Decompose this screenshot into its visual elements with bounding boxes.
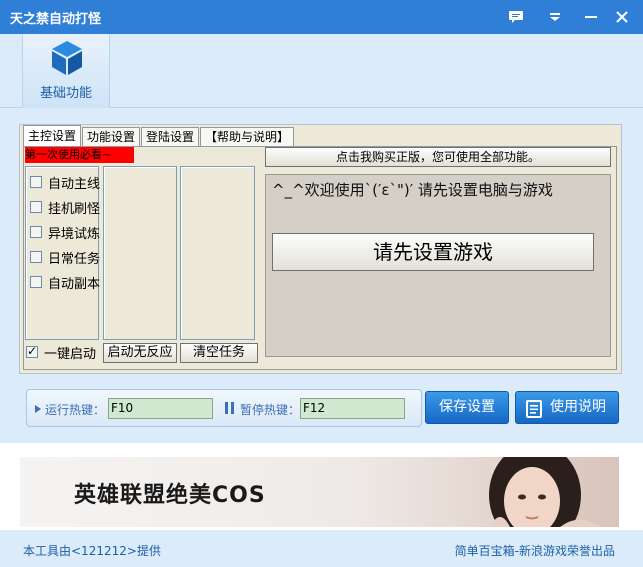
publisher-link[interactable]: 简单百宝箱-新浪游戏荣誉出品 bbox=[455, 542, 615, 559]
footer: 本工具由<121212>提供 简单百宝箱-新浪游戏荣誉出品 bbox=[0, 530, 643, 567]
checkbox-icon[interactable] bbox=[30, 226, 42, 238]
checkbox-afk-grind[interactable]: 挂机刷怪 bbox=[30, 199, 100, 215]
tab-function-settings[interactable]: 功能设置 bbox=[82, 127, 141, 146]
checkbox-label: 挂机刷怪 bbox=[48, 201, 101, 216]
cube-icon bbox=[51, 40, 83, 79]
one-key-start-label: 一键启动 bbox=[44, 346, 97, 361]
tab-help[interactable]: 【帮助与说明】 bbox=[200, 127, 295, 146]
checkbox-label: 自动主线 bbox=[48, 176, 101, 191]
info-box: ^_^欢迎使用`(′ε`")′ 请先设置电脑与游戏 请先设置游戏 bbox=[265, 174, 611, 357]
checkbox-label: 日常任务 bbox=[48, 251, 101, 266]
task-list-right[interactable] bbox=[180, 166, 255, 340]
manual-button[interactable]: 使用说明 bbox=[515, 391, 619, 424]
task-list-middle[interactable] bbox=[103, 166, 177, 340]
banner-photo bbox=[489, 457, 600, 527]
play-icon bbox=[35, 405, 41, 413]
toolbar: 基础功能 bbox=[0, 34, 643, 108]
checkbox-daily[interactable]: 日常任务 bbox=[30, 249, 100, 265]
pause-icon bbox=[225, 402, 234, 414]
window-title: 天之禁自动打怪 bbox=[10, 12, 102, 27]
one-key-start-checkbox[interactable]: 一键启动 bbox=[26, 344, 96, 360]
clear-tasks-button[interactable]: 清空任务 bbox=[180, 343, 258, 363]
basic-functions-label: 基础功能 bbox=[39, 86, 92, 101]
main-area: 主控设置 功能设置 登陆设置 【帮助与说明】 第一次使用必看~ 点击我购买正版，… bbox=[0, 108, 643, 443]
first-use-label[interactable]: 第一次使用必看~ bbox=[25, 147, 134, 163]
settings-panel: 主控设置 功能设置 登陆设置 【帮助与说明】 第一次使用必看~ 点击我购买正版，… bbox=[19, 124, 622, 374]
welcome-text: ^_^欢迎使用`(′ε`")′ 请先设置电脑与游戏 bbox=[272, 181, 553, 199]
checkbox-checked-icon[interactable] bbox=[26, 344, 38, 358]
feedback-icon[interactable] bbox=[506, 7, 526, 27]
basic-functions-button[interactable]: 基础功能 bbox=[22, 34, 110, 108]
ad-banner[interactable]: 英雄联盟绝美COS bbox=[20, 457, 619, 527]
checkbox-trial[interactable]: 异境试炼 bbox=[30, 224, 100, 240]
pause-hotkey-label: 暂停热键： bbox=[240, 403, 301, 417]
title-bar: 天之禁自动打怪 bbox=[0, 0, 643, 34]
checkbox-icon[interactable] bbox=[30, 201, 42, 213]
manual-label: 使用说明 bbox=[550, 399, 606, 415]
checkbox-label: 自动副本 bbox=[48, 276, 101, 291]
set-game-button[interactable]: 请先设置游戏 bbox=[272, 233, 594, 271]
tab-strip: 主控设置 功能设置 登陆设置 【帮助与说明】 bbox=[23, 125, 295, 147]
checkbox-icon[interactable] bbox=[30, 176, 42, 188]
checkbox-auto-main[interactable]: 自动主线 bbox=[30, 174, 100, 190]
checkbox-label: 异境试炼 bbox=[48, 226, 101, 241]
save-settings-button[interactable]: 保存设置 bbox=[425, 391, 509, 424]
tab-login-settings[interactable]: 登陆设置 bbox=[141, 127, 200, 146]
checkbox-icon[interactable] bbox=[30, 276, 42, 288]
close-button[interactable] bbox=[612, 7, 632, 27]
task-checkbox-list[interactable]: 自动主线 挂机刷怪 异境试炼 日常任务 自动副本 bbox=[25, 166, 100, 340]
buy-full-version-button[interactable]: 点击我购买正版，您可使用全部功能。 bbox=[265, 147, 611, 167]
banner-text: 英雄联盟绝美COS bbox=[74, 483, 266, 508]
run-hotkey-label: 运行热键： bbox=[45, 403, 106, 417]
provider-text[interactable]: 本工具由<121212>提供 bbox=[23, 542, 161, 559]
tab-main-control[interactable]: 主控设置 bbox=[23, 125, 82, 146]
tab-content: 第一次使用必看~ 点击我购买正版，您可使用全部功能。 自动主线 挂机刷怪 异境试… bbox=[23, 146, 617, 370]
checkbox-icon[interactable] bbox=[30, 251, 42, 263]
pause-hotkey-field[interactable]: F12 bbox=[300, 398, 405, 419]
document-icon bbox=[526, 399, 542, 430]
no-response-button[interactable]: 启动无反应 bbox=[103, 343, 177, 363]
checkbox-dungeon[interactable]: 自动副本 bbox=[30, 274, 100, 290]
run-hotkey-field[interactable]: F10 bbox=[108, 398, 213, 419]
menu-dropdown-icon[interactable] bbox=[545, 7, 565, 27]
hotkey-bar: 运行热键： F10 暂停热键： F12 bbox=[26, 389, 422, 427]
minimize-button[interactable] bbox=[581, 7, 601, 27]
